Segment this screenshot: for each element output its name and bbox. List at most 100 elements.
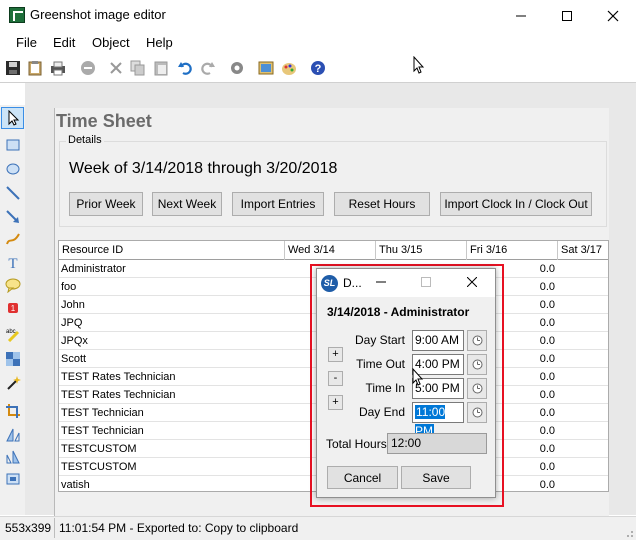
paint-icon[interactable] [281,60,297,76]
sl-logo-icon: SL [321,275,338,292]
rotate-right-icon[interactable] [5,449,21,465]
day-end-field[interactable]: 11:00 PM [412,402,464,438]
dialog-maximize-button[interactable] [415,273,437,293]
clock-icon [472,383,482,394]
save-button[interactable]: Save [401,466,471,489]
clock-icon [472,335,482,346]
menu-help[interactable]: Help [146,35,173,50]
clock-icon [472,407,482,418]
redo-icon[interactable] [200,60,216,76]
resource-id-cell[interactable]: TEST Technician [59,422,285,440]
speechbubble-tool-icon[interactable] [5,277,21,293]
minimize-icon [376,281,386,283]
paste-icon[interactable] [153,60,169,76]
menu-edit[interactable]: Edit [53,35,75,50]
total-hours-field: 12:00 [387,433,487,454]
maximize-icon [421,277,431,287]
column-header[interactable]: Thu 3/15 [376,241,467,260]
cut-icon[interactable] [108,60,124,76]
minimize-button[interactable] [498,0,544,31]
save-icon[interactable] [5,60,21,76]
line-tool-icon[interactable] [5,185,21,201]
resize-grip-icon[interactable] [622,526,634,538]
menu-file[interactable]: File [16,35,37,50]
settings-icon[interactable] [229,60,245,76]
column-header[interactable]: Resource ID [59,241,285,260]
undo-icon[interactable] [177,60,193,76]
column-header[interactable]: Fri 3/16 [467,241,558,260]
time-out-label: Time Out [356,357,405,371]
maximize-button[interactable] [544,0,590,31]
column-header[interactable]: Wed 3/14 [285,241,376,260]
total-hours-label: Total Hours [326,437,387,451]
day-start-label: Day Start [354,333,405,347]
day-end-label: Day End [358,405,405,419]
cursor-tool-icon [8,110,20,126]
text-tool-icon[interactable]: T [5,254,21,270]
dialog-minimize-button[interactable] [370,273,392,293]
grid-header: Resource ID Wed 3/14 Thu 3/15 Fri 3/16 S… [59,241,608,260]
clipboard-icon[interactable] [27,60,43,76]
image-icon[interactable] [258,60,274,76]
resource-id-cell[interactable]: Scott [59,350,285,368]
ellipse-tool-icon[interactable] [5,161,21,177]
import-entries-button[interactable]: Import Entries [232,192,324,216]
svg-text:?: ? [315,63,322,75]
time-out-picker-button[interactable] [467,354,487,375]
resize-icon[interactable] [5,471,21,487]
svg-text:1: 1 [11,304,16,313]
week-range-label: Week of 3/14/2018 through 3/20/2018 [69,160,338,177]
freehand-tool-icon[interactable] [5,231,21,247]
timesheet-title: Time Sheet [56,111,152,131]
dialog-close-button[interactable] [461,273,483,293]
highlight-tool-icon[interactable]: abc [5,326,21,342]
mouse-pointer-icon [413,56,425,74]
resource-id-cell[interactable]: John [59,296,285,314]
rectangle-tool-icon[interactable] [5,137,21,153]
resource-id-cell[interactable]: TESTCUSTOM [59,458,285,476]
resource-id-cell[interactable]: Administrator [59,260,285,278]
close-icon [607,10,619,21]
dialog-date-header: 3/14/2018 - Administrator [327,305,470,319]
resource-id-cell[interactable]: vatish [59,476,285,491]
resource-id-cell[interactable]: TEST Technician [59,404,285,422]
mouse-pointer-icon [412,368,424,386]
resource-id-cell[interactable]: foo [59,278,285,296]
day-start-picker-button[interactable] [467,330,487,351]
print-icon[interactable] [50,60,66,76]
next-week-button[interactable]: Next Week [152,192,222,216]
cancel-button[interactable]: Cancel [327,466,398,489]
time-in-picker-button[interactable] [467,378,487,399]
day-end-picker-button[interactable] [467,402,487,423]
resource-id-cell[interactable]: TESTCUSTOM [59,440,285,458]
column-header[interactable]: Sat 3/17 [558,241,608,260]
time-in-label: Time In [365,381,405,395]
minimize-icon [516,15,526,16]
resource-id-cell[interactable]: TEST Rates Technician [59,386,285,404]
details-label: Details [66,134,104,146]
close-button[interactable] [590,0,636,31]
reset-hours-button[interactable]: Reset Hours [334,192,430,216]
greenshot-app-icon [9,7,25,23]
day-entry-dialog: SL D... 3/14/2018 - Administrator Day St… [316,268,496,498]
dialog-title: D... [343,276,362,290]
svg-text:T: T [8,256,17,270]
close-icon [466,276,478,288]
day-start-field[interactable]: 9:00 AM [412,330,464,351]
resource-id-cell[interactable]: JPQx [59,332,285,350]
obfuscate-tool-icon[interactable] [5,351,21,367]
resource-id-cell[interactable]: JPQ [59,314,285,332]
resource-id-cell[interactable]: TEST Rates Technician [59,368,285,386]
prior-week-button[interactable]: Prior Week [69,192,143,216]
clock-icon [472,359,482,370]
menu-object[interactable]: Object [92,35,130,50]
counter-tool-icon[interactable]: 1 [5,300,21,316]
rotate-left-icon[interactable] [5,427,21,443]
help-icon[interactable]: ? [310,60,326,76]
import-clock-button[interactable]: Import Clock In / Clock Out [440,192,592,216]
effects-tool-icon[interactable] [5,375,21,391]
copy-icon[interactable] [130,60,146,76]
delete-icon[interactable] [80,60,96,76]
arrow-tool-icon[interactable] [5,209,21,225]
crop-tool-icon[interactable] [5,403,21,419]
